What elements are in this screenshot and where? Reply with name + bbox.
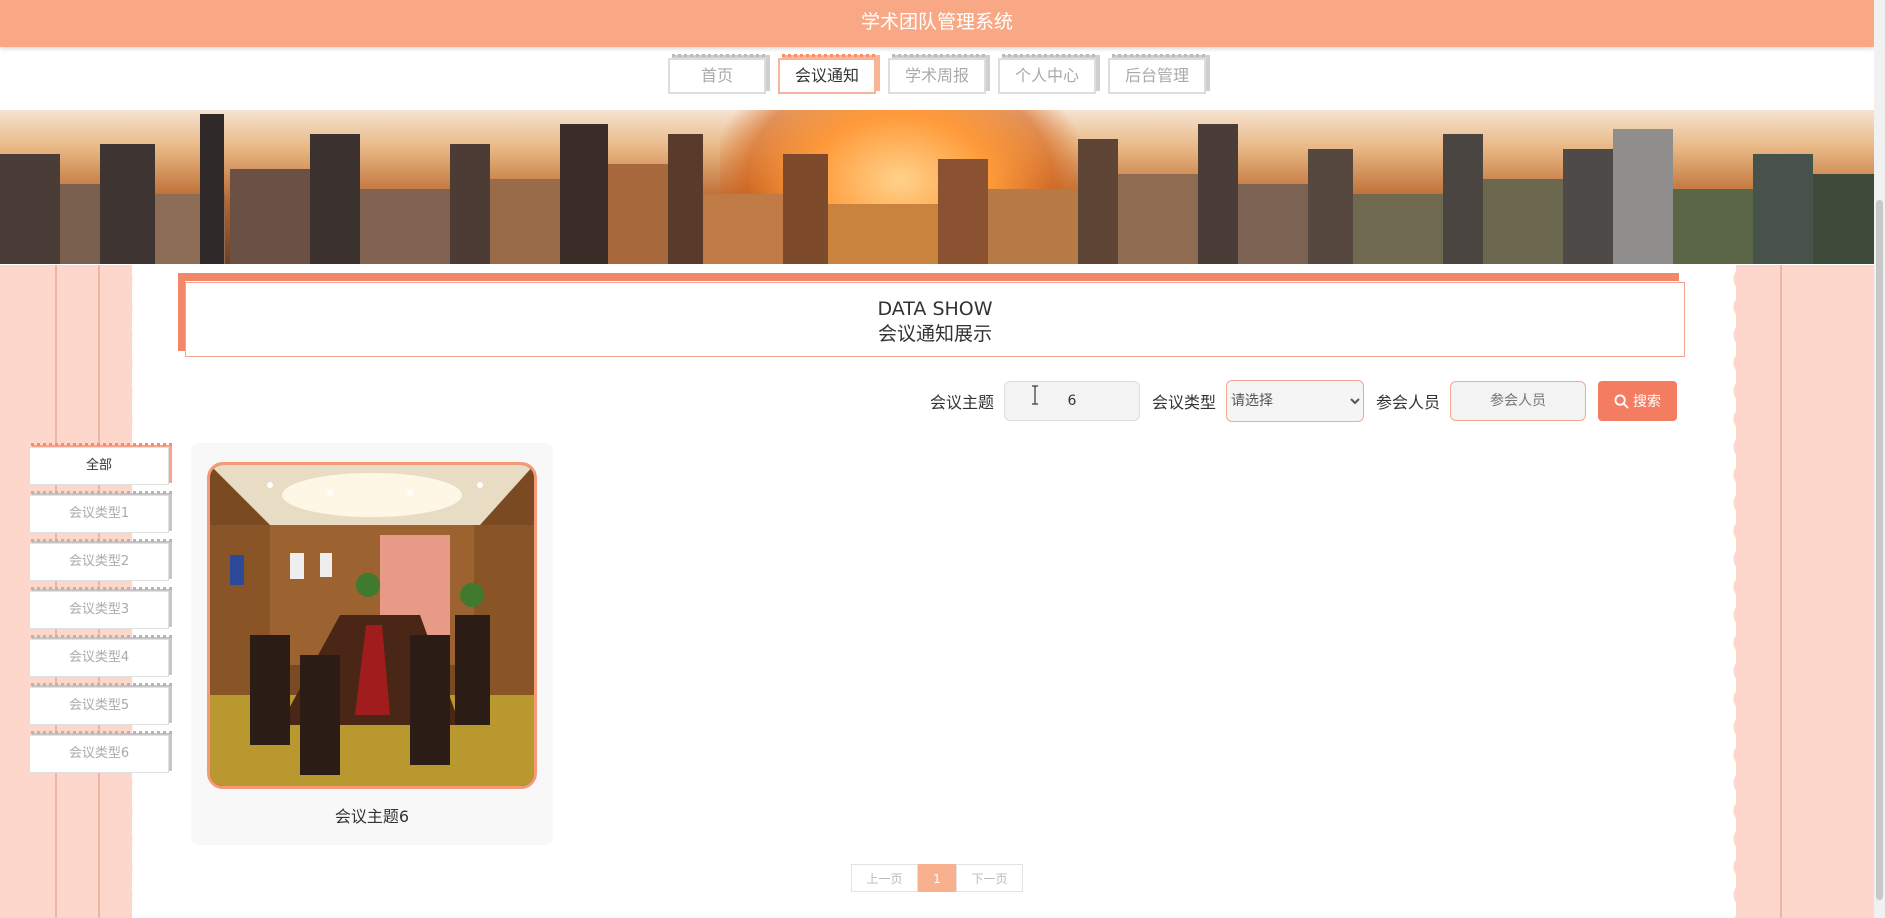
- page-scrollbar[interactable]: [1874, 0, 1885, 918]
- topic-input[interactable]: [1004, 381, 1141, 421]
- category-all[interactable]: 全部: [29, 443, 172, 485]
- prev-page-button[interactable]: 上一页: [851, 864, 918, 892]
- search-button[interactable]: 搜索: [1598, 381, 1678, 421]
- nav-admin[interactable]: 后台管理: [1108, 54, 1208, 94]
- section-title-en: DATA SHOW: [877, 298, 993, 320]
- meeting-room-image[interactable]: [207, 462, 537, 789]
- category-type-6[interactable]: 会议类型6: [29, 731, 172, 773]
- right-decoration: [1736, 265, 1874, 918]
- category-type-5[interactable]: 会议类型5: [29, 683, 172, 725]
- section-title-box: DATA SHOW 会议通知展示: [178, 273, 1685, 357]
- section-title-cn: 会议通知展示: [877, 323, 992, 345]
- category-type-1[interactable]: 会议类型1: [29, 491, 172, 533]
- category-type-2[interactable]: 会议类型2: [29, 539, 172, 581]
- nav-meeting-notice[interactable]: 会议通知: [778, 54, 878, 94]
- topic-label: 会议主题: [930, 393, 995, 412]
- scrollbar-thumb[interactable]: [1876, 200, 1883, 900]
- meeting-room-illustration: [210, 465, 534, 786]
- category-type-4[interactable]: 会议类型4: [29, 635, 172, 677]
- search-icon: [1614, 393, 1629, 409]
- app-title: 学术团队管理系统: [860, 11, 1013, 33]
- meeting-card-title[interactable]: 会议主题6: [191, 803, 553, 827]
- current-page[interactable]: 1: [918, 864, 956, 892]
- meeting-card[interactable]: 会议主题6: [191, 443, 553, 845]
- pagination: 上一页 1 下一页: [851, 864, 1023, 892]
- text-cursor-icon: [1032, 385, 1038, 405]
- people-input[interactable]: [1450, 381, 1587, 421]
- search-button-label: 搜索: [1633, 394, 1662, 410]
- category-type-3[interactable]: 会议类型3: [29, 587, 172, 629]
- main-nav: 首页 会议通知 学术周报 个人中心 后台管理: [0, 54, 1874, 105]
- people-label: 参会人员: [1376, 393, 1441, 412]
- type-select[interactable]: 请选择: [1226, 380, 1365, 422]
- city-banner: [0, 110, 1874, 264]
- type-label: 会议类型: [1152, 393, 1217, 412]
- nav-home[interactable]: 首页: [668, 54, 768, 94]
- app-header: 学术团队管理系统: [0, 0, 1874, 47]
- nav-weekly-report[interactable]: 学术周报: [888, 54, 988, 94]
- nav-personal-center[interactable]: 个人中心: [998, 54, 1098, 94]
- right-scallop-edge: [1728, 265, 1746, 918]
- search-bar: 会议主题 会议类型 请选择 参会人员 搜索: [930, 380, 1678, 422]
- next-page-button[interactable]: 下一页: [956, 864, 1023, 892]
